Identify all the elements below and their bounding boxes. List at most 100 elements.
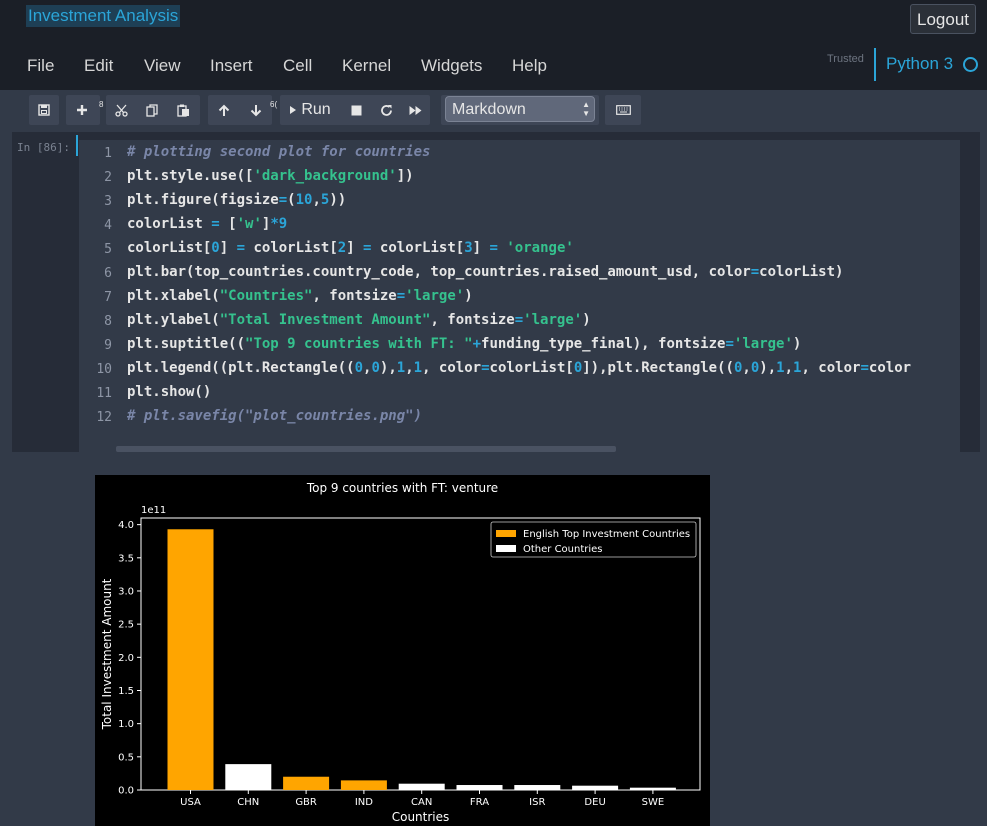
line-number: 8	[104, 314, 112, 329]
x-tick-label: SWE	[642, 797, 665, 808]
x-tick-label: IND	[355, 797, 373, 808]
run-label: Run	[301, 101, 331, 118]
line-number: 4	[104, 218, 112, 233]
toolbar-group-insert	[66, 95, 100, 125]
cell-type-select[interactable]: Markdown ▲ ▼	[445, 96, 595, 122]
cell-prompt: In [86]:	[17, 141, 70, 154]
stop-button[interactable]	[341, 95, 371, 125]
code-line[interactable]: # plotting second plot for countries	[127, 144, 962, 160]
toolbar-group-move	[208, 95, 272, 125]
line-number: 1	[104, 146, 112, 161]
cut-button[interactable]	[106, 95, 137, 125]
y-tick-label: 2.0	[118, 653, 134, 664]
bar-isr	[514, 785, 561, 790]
play-icon	[290, 106, 297, 114]
save-icon	[38, 104, 50, 116]
bar-gbr	[283, 776, 330, 790]
copy-button[interactable]	[137, 95, 168, 125]
bar-chn	[225, 764, 272, 790]
editor-horizontal-scrollbar[interactable]	[116, 446, 616, 452]
keyboard-icon	[615, 105, 631, 115]
bar-usa	[167, 529, 214, 790]
bar-fra	[456, 785, 503, 790]
menu-file[interactable]: File	[27, 52, 54, 80]
menu-help[interactable]: Help	[512, 52, 547, 80]
code-line[interactable]: plt.suptitle(("Top 9 countries with FT: …	[127, 336, 962, 352]
chart-svg: 0.0 0.5 1.0 1.5 2.0 2.5 3.0 3.5 4.0 1e11 USA CHN GBR…	[100, 505, 701, 824]
y-axis-label: Total Investment Amount	[100, 578, 114, 730]
legend-label: Other Countries	[523, 544, 603, 555]
bar-swe	[629, 787, 676, 790]
x-tick-label: FRA	[470, 797, 489, 808]
x-tick-label: CAN	[411, 797, 432, 808]
copy-icon	[146, 103, 158, 117]
code-line[interactable]: plt.xlabel("Countries", fontsize='large'…	[127, 288, 962, 304]
trusted-indicator[interactable]: Trusted	[827, 53, 864, 65]
line-number: 5	[104, 242, 112, 257]
code-line[interactable]: plt.style.use(['dark_background'])	[127, 168, 962, 184]
y-offset-label: 1e11	[141, 505, 166, 516]
line-number: 10	[96, 362, 112, 377]
fast-forward-icon	[409, 105, 421, 115]
y-tick-label: 4.0	[118, 520, 134, 531]
menu-view[interactable]: View	[144, 52, 181, 80]
cell-type-value: Markdown	[452, 101, 526, 118]
x-tick-label: USA	[180, 797, 201, 808]
menu-insert[interactable]: Insert	[210, 52, 253, 80]
code-line[interactable]: colorList[0] = colorList[2] = colorList[…	[127, 240, 962, 256]
scissors-icon	[115, 104, 128, 117]
menu-cell[interactable]: Cell	[283, 52, 312, 80]
line-number: 7	[104, 290, 112, 305]
overlay-fragment-2: 6(	[270, 100, 278, 109]
line-number: 12	[96, 410, 112, 425]
run-button[interactable]: Run	[280, 95, 340, 125]
paste-icon	[177, 104, 189, 117]
menu-edit[interactable]: Edit	[84, 52, 113, 80]
command-palette-button[interactable]	[605, 95, 641, 125]
save-button[interactable]	[29, 95, 59, 125]
overlay-fragment: 8	[99, 100, 104, 109]
code-line[interactable]: # plt.savefig("plot_countries.png")	[127, 408, 962, 424]
bar-can	[398, 783, 445, 790]
legend-label: English Top Investment Countries	[523, 529, 690, 540]
move-down-button[interactable]	[240, 95, 272, 125]
code-line[interactable]: colorList = ['w']*9	[127, 216, 962, 232]
x-tick-label: DEU	[584, 797, 605, 808]
select-arrows-icon: ▲ ▼	[582, 100, 590, 118]
legend-swatch	[496, 530, 516, 537]
code-line[interactable]: plt.ylabel("Total Investment Amount", fo…	[127, 312, 962, 328]
run-all-button[interactable]	[401, 95, 429, 125]
x-tick-label: ISR	[529, 797, 545, 808]
y-tick-label: 3.0	[118, 586, 134, 597]
paste-button[interactable]	[168, 95, 199, 125]
y-tick-label: 2.5	[118, 620, 134, 631]
restart-icon	[380, 104, 392, 116]
legend-swatch	[496, 545, 516, 552]
code-line[interactable]: plt.figure(figsize=(10,5))	[127, 192, 962, 208]
y-tick-label: 0.0	[118, 786, 134, 797]
code-line[interactable]: plt.legend((plt.Rectangle((0,0),1,1, col…	[127, 360, 962, 376]
toolbar-group-edit	[106, 95, 200, 125]
restart-button[interactable]	[371, 95, 401, 125]
logout-button[interactable]: Logout	[910, 4, 976, 34]
code-line[interactable]: plt.show()	[127, 384, 962, 400]
line-number: 2	[104, 170, 112, 185]
chart-figure: Top 9 countries with FT: venture 0.0 0.5 1…	[95, 475, 710, 826]
line-number: 11	[96, 386, 112, 401]
toolbar-group-keyboard	[605, 95, 641, 125]
y-tick-label: 3.5	[118, 553, 134, 564]
kernel-name[interactable]: Python 3	[886, 54, 953, 74]
move-up-button[interactable]	[208, 95, 240, 125]
y-tick-label: 1.0	[118, 719, 134, 730]
kernel-status-icon	[963, 57, 978, 72]
code-line[interactable]: plt.bar(top_countries.country_code, top_…	[127, 264, 962, 280]
arrow-up-icon	[218, 104, 230, 116]
menu-widgets[interactable]: Widgets	[421, 52, 482, 80]
insert-cell-button[interactable]	[66, 95, 98, 125]
menu-kernel[interactable]: Kernel	[342, 52, 391, 80]
y-tick-label: 1.5	[118, 686, 134, 697]
arrow-down-icon	[250, 104, 262, 116]
notebook-title[interactable]: Investment Analysis	[26, 5, 181, 27]
x-axis-label: Countries	[392, 810, 450, 824]
plus-icon	[77, 105, 87, 115]
